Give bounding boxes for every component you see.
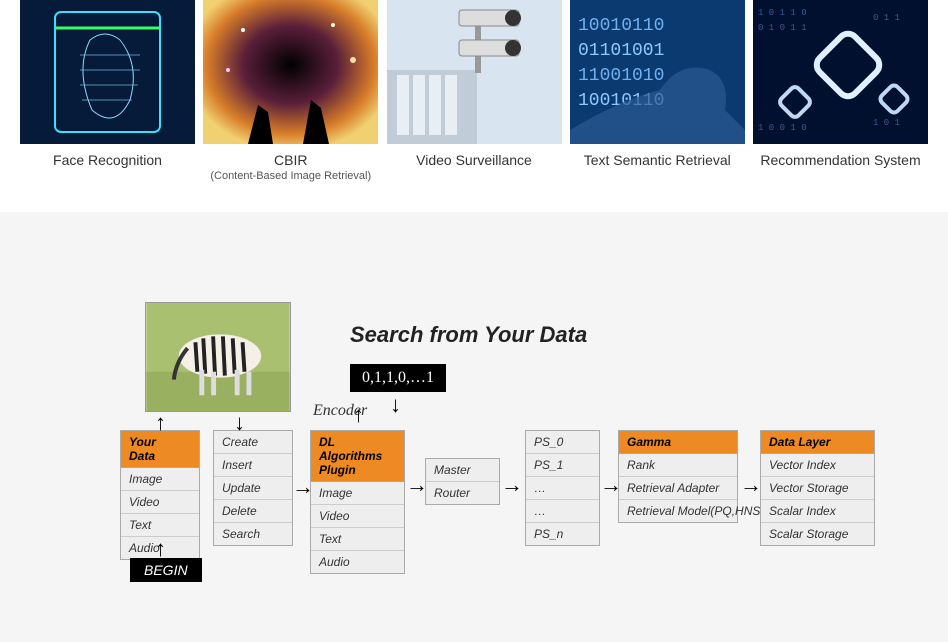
arrow-right-icon: → <box>740 472 762 498</box>
arrow-up-icon: ↑ <box>155 410 166 436</box>
svg-text:0 1 0 1 1: 0 1 0 1 1 <box>758 23 807 33</box>
box-row: Scalar Index <box>761 500 874 523</box>
box-row: Video <box>121 491 199 514</box>
arrow-right-icon: → <box>292 474 314 500</box>
arrow-down-icon: ↓ <box>390 392 401 418</box>
svg-text:1 0 1: 1 0 1 <box>873 118 900 128</box>
box-row: … <box>526 477 599 500</box>
vector-box: 0,1,1,0,…1 <box>350 364 446 392</box>
app-thumb-cbir <box>203 0 378 144</box>
app-label: CBIR <box>274 152 307 168</box>
arrow-up-icon: ↑ <box>353 402 364 428</box>
app-label: Text Semantic Retrieval <box>584 152 731 168</box>
box-row: Search <box>214 523 292 545</box>
arrow-right-icon: → <box>600 472 622 498</box>
arrow-right-icon: → <box>406 472 428 498</box>
app-thumb-text-semantic: 10010110 01101001 11001010 10010110 <box>570 0 745 144</box>
box-row: Retrieval Adapter <box>619 477 737 500</box>
box-gamma: Gamma Rank Retrieval Adapter Retrieval M… <box>618 430 738 523</box>
diagram-section: Search from Your Data 0,1,1,0,…1 Encoder… <box>0 212 948 642</box>
box-row: Image <box>311 482 404 505</box>
arrow-down-icon: ↓ <box>234 410 245 436</box>
box-row: Master <box>426 459 499 482</box>
svg-text:1 0 0 1 0: 1 0 0 1 0 <box>758 123 807 133</box>
box-row: Audio <box>311 551 404 573</box>
box-ps-shards: PS_0 PS_1 … … PS_n <box>525 430 600 546</box>
box-row: PS_0 <box>526 431 599 454</box>
app-thumb-video-surveillance <box>387 0 562 144</box>
box-data-layer: Data Layer Vector Index Vector Storage S… <box>760 430 875 546</box>
box-row: Update <box>214 477 292 500</box>
box-dl-algorithms: DL Algorithms Plugin Image Video Text Au… <box>310 430 405 574</box>
box-row: Rank <box>619 454 737 477</box>
arrow-up-icon: ↑ <box>155 536 166 562</box>
box-header: Gamma <box>619 431 737 454</box>
svg-text:1 0 1 1 0: 1 0 1 1 0 <box>758 8 807 18</box>
svg-text:10010110: 10010110 <box>578 16 664 36</box>
box-row: Vector Storage <box>761 477 874 500</box>
app-card-text-semantic: 10010110 01101001 11001010 10010110 Text… <box>570 0 745 182</box>
box-header: Data Layer <box>761 431 874 454</box>
box-row: Text <box>311 528 404 551</box>
box-row: Retrieval Model(PQ,HNSW) <box>619 500 737 522</box>
box-row: Delete <box>214 500 292 523</box>
box-master-router: Master Router <box>425 458 500 505</box>
box-row: Vector Index <box>761 454 874 477</box>
box-header: Your Data <box>121 431 199 468</box>
box-row: Create <box>214 431 292 454</box>
app-card-face-recognition: Face Recognition <box>20 0 195 182</box>
diagram-title: Search from Your Data <box>350 322 587 348</box>
app-label: Recommendation System <box>760 152 920 168</box>
box-row: Video <box>311 505 404 528</box>
architecture-diagram: Search from Your Data 0,1,1,0,…1 Encoder… <box>0 302 948 642</box>
zebra-image <box>145 302 291 412</box>
app-thumb-recommendation: 1 0 1 1 0 0 1 0 1 1 1 0 0 1 0 0 1 1 1 0 1 <box>753 0 928 144</box>
box-row: PS_1 <box>526 454 599 477</box>
box-row: PS_n <box>526 523 599 545</box>
box-row: Text <box>121 514 199 537</box>
applications-row: Face Recognition CBIR (Content-Based Ima… <box>0 0 948 212</box>
box-row: … <box>526 500 599 523</box>
svg-text:0 1 1: 0 1 1 <box>873 13 900 23</box>
box-row: Router <box>426 482 499 504</box>
app-label: Face Recognition <box>53 152 162 168</box>
box-header: DL Algorithms Plugin <box>311 431 404 482</box>
box-row: Scalar Storage <box>761 523 874 545</box>
box-row: Image <box>121 468 199 491</box>
svg-text:01101001: 01101001 <box>578 41 664 61</box>
app-label: Video Surveillance <box>416 152 532 168</box>
svg-text:11001010: 11001010 <box>578 66 664 86</box>
box-operations: Create Insert Update Delete Search <box>213 430 293 546</box>
app-thumb-face-recognition <box>20 0 195 144</box>
app-sublabel: (Content-Based Image Retrieval) <box>210 170 371 182</box>
app-card-cbir: CBIR (Content-Based Image Retrieval) <box>203 0 378 182</box>
app-card-video-surveillance: Video Surveillance <box>387 0 562 182</box>
box-row: Insert <box>214 454 292 477</box>
app-card-recommendation: 1 0 1 1 0 0 1 0 1 1 1 0 0 1 0 0 1 1 1 0 1 … <box>753 0 928 182</box>
arrow-right-icon: → <box>501 472 523 498</box>
